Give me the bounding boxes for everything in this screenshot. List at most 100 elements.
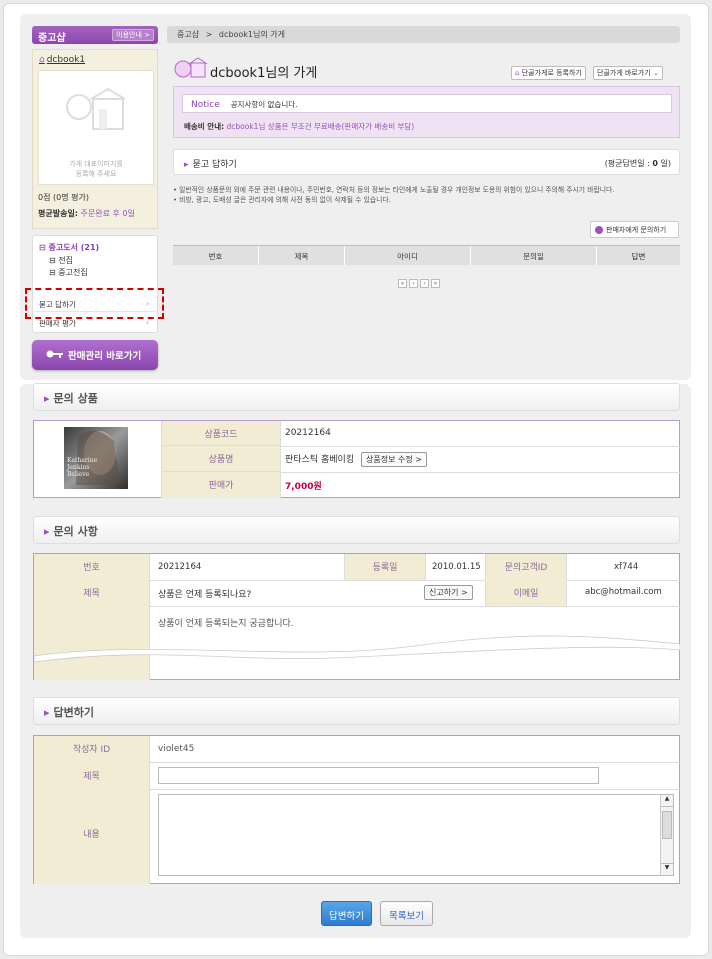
caret-right-icon: ▸ (184, 160, 189, 170)
product-section-title: 문의 상품 (53, 392, 98, 405)
product-table: Katharine Jenkins Believe 상품코드 20212164 … (33, 420, 681, 498)
sidebar-title: 중고샵 이용안내 > (32, 26, 158, 44)
torn-edge-decoration (34, 635, 680, 663)
avg-delivery: 평균발송일: 주문완료 후 0일 (38, 208, 135, 219)
product-thumbnail[interactable]: Katharine Jenkins Believe (64, 427, 128, 489)
reply-content-textarea[interactable]: ▲ ▼ (158, 794, 674, 876)
chevron-right-icon: › (146, 318, 149, 327)
sidebar-item-review-label: 판매자 평가 (39, 319, 76, 328)
category-main-label: 중고도서 (21) (48, 243, 100, 252)
scrollbar[interactable]: ▲ ▼ (660, 795, 673, 875)
shipping-text: dcbook1님 상품은 무조건 무료배송(판매자가 배송비 부담) (226, 122, 415, 131)
first-page-button[interactable]: « (398, 279, 407, 288)
qa-list-header: 번호 제목 아이디 문의일 답변 (173, 245, 680, 265)
caret-right-icon: ▸ (44, 706, 50, 719)
scroll-thumb[interactable] (662, 811, 672, 839)
pagination: « ‹ › » (398, 279, 440, 288)
chevron-down-icon: ⌄ (652, 69, 659, 77)
inquiry-no-label: 번호 (34, 554, 150, 580)
breadcrumb-sep: > (205, 30, 213, 39)
reply-section-title: 답변하기 (53, 706, 95, 719)
category-sub-2-label: 중고전집 (58, 268, 88, 277)
product-name-row: 판타스틱 홈베이킹 상품정보 수정 > (285, 452, 427, 467)
inquiry-body: 상품이 언제 등록되는지 궁금합니다. (158, 619, 294, 629)
inquiry-no-value: 20212164 (158, 562, 202, 572)
image-msg-1: 가게 대표이미지를 (69, 160, 123, 168)
caret-right-icon: ▸ (44, 392, 50, 405)
store-title: dcbook1님의 가게 (210, 66, 318, 81)
category-sub-1-label: 전집 (58, 256, 73, 265)
scroll-down-icon[interactable]: ▼ (661, 863, 673, 875)
reply-section-header: ▸ 답변하기 (33, 697, 680, 725)
email-label: 이메일 (485, 580, 567, 606)
qa-rule-2: • 비방, 광고, 도배성 글은 관리자에 의해 사전 동의 없이 삭제될 수 … (173, 196, 391, 204)
register-favorite-button[interactable]: ⌂ 단골가게로 등록하기 (511, 66, 586, 80)
prev-page-button[interactable]: ‹ (409, 279, 418, 288)
qa-rules: • 일반적인 상품문의 외에 주문 관련 내용이나, 주민번호, 연락처 등의 … (173, 185, 680, 205)
reply-subject-input[interactable] (158, 767, 599, 784)
avg-answer-days: (평균답변일 : 0 일) (605, 158, 671, 169)
qa-title: 묻고 답하기 (192, 160, 237, 170)
favorite-store-select-label: 단골가게 바로가기 (597, 69, 651, 77)
customer-id-value: xf744 (614, 562, 639, 572)
qa-rule-1: • 일반적인 상품문의 외에 주문 관련 내용이나, 주민번호, 연락처 등의 … (173, 186, 615, 194)
shipping-label: 배송비 안내: (184, 122, 225, 131)
col-number: 번호 (173, 246, 259, 265)
col-subject: 제목 (259, 246, 345, 265)
inquiry-table: 번호 20212164 등록일 2010.01.15 문의고객ID xf744 … (33, 553, 680, 680)
highlight-box (25, 288, 164, 319)
scroll-up-icon[interactable]: ▲ (661, 795, 673, 807)
reg-date-value: 2010.01.15 (432, 562, 481, 572)
row-divider (281, 472, 681, 473)
author-value: violet45 (158, 744, 195, 754)
reply-content-label: 내용 (34, 789, 150, 884)
ask-seller-label: 판매자에게 문의하기 (606, 226, 667, 234)
breadcrumb-root[interactable]: 중고샵 (177, 30, 199, 39)
reply-form: 작성자 ID violet45 제목 내용 ▲ ▼ (33, 735, 680, 884)
album-cover-text: Katharine Jenkins Believe (67, 457, 98, 478)
notice-box: Notice 공지사항이 없습니다. 배송비 안내: dcbook1님 상품은 … (173, 86, 680, 138)
notice-label: Notice (191, 100, 220, 110)
ask-seller-button[interactable]: 판매자에게 문의하기 (590, 221, 679, 238)
home-icon: ⌂ (39, 55, 45, 65)
product-code-label: 상품코드 (161, 421, 281, 446)
submit-answer-button[interactable]: 답변하기 (321, 901, 372, 926)
shop-rating: 0점 (0명 평가) (38, 193, 89, 202)
qa-section-header: ▸ 묻고 답하기 (평균답변일 : 0 일) (173, 149, 680, 175)
favorite-store-select[interactable]: 단골가게 바로가기 ⌄ (593, 66, 663, 80)
col-answer: 답변 (631, 252, 646, 261)
shop-name-text: dcbook1 (46, 55, 86, 65)
edit-product-button[interactable]: 상품정보 수정 > (360, 452, 427, 467)
inquiry-section-header: ▸ 문의 사항 (33, 516, 680, 544)
product-code-value: 20212164 (285, 428, 331, 438)
image-msg-2: 등록해 주세요 (75, 170, 117, 178)
product-name-value: 판타스틱 홈베이킹 (285, 455, 355, 465)
shop-name-link[interactable]: ⌂ dcbook1 (39, 55, 85, 65)
notice-text: 공지사항이 없습니다. (230, 100, 298, 109)
category-sub-2[interactable]: ⊟ 중고전집 (49, 267, 88, 278)
email-value: abc@hotmail.com (585, 587, 662, 597)
last-page-button[interactable]: » (431, 279, 440, 288)
row-divider (281, 446, 681, 447)
product-name-label: 상품명 (161, 446, 281, 472)
seller-manage-label: 판매관리 바로가기 (68, 351, 142, 362)
product-section-header: ▸ 문의 상품 (33, 383, 680, 411)
report-button[interactable]: 신고하기 > (424, 585, 473, 600)
breadcrumb-current: dcbook1님의 가게 (218, 30, 285, 39)
guide-button[interactable]: 이용안내 > (112, 29, 154, 41)
breadcrumb: 중고샵 > dcbook1님의 가게 (167, 26, 680, 43)
category-sub-1[interactable]: ⊟ 전집 (49, 255, 73, 266)
price-label: 판매가 (161, 472, 281, 498)
list-view-button[interactable]: 목록보기 (380, 901, 433, 926)
delivery-value: 주문완료 후 0일 (80, 209, 135, 218)
reg-date-label: 등록일 (344, 554, 426, 580)
next-page-button[interactable]: › (420, 279, 429, 288)
category-main[interactable]: ⊟ 중고도서 (21) (39, 242, 99, 253)
price-value: 7,000원 (285, 482, 322, 492)
seller-manage-button[interactable]: 판매관리 바로가기 (32, 340, 158, 370)
reply-subject-label: 제목 (34, 762, 150, 789)
avg-answer-label: (평균답변일 : (604, 159, 653, 168)
customer-id-label: 문의고객ID (485, 554, 567, 580)
shop-placeholder-icon (66, 87, 126, 130)
caret-right-icon: ▸ (44, 525, 50, 538)
